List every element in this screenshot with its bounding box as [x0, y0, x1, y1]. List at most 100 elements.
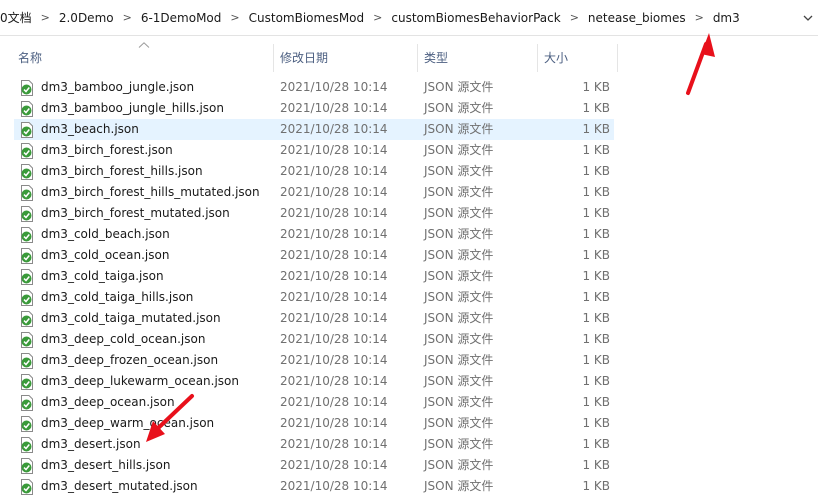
breadcrumb-separator[interactable]: > [119, 11, 136, 24]
file-date: 2021/10/28 10:14 [280, 437, 388, 451]
file-type: JSON 源文件 [424, 206, 494, 220]
file-name: dm3_deep_frozen_ocean.json [41, 353, 219, 367]
breadcrumb-item[interactable]: netease_biomes [583, 11, 691, 25]
file-type: JSON 源文件 [424, 143, 494, 157]
json-file-icon [20, 164, 34, 180]
file-row[interactable]: dm3_desert.json 2021/10/28 10:14 JSON 源文件 1… [14, 434, 614, 455]
file-row[interactable]: dm3_cold_ocean.json 2021/10/28 10:14 JSON … [14, 245, 614, 266]
file-size: 1 KB [582, 227, 610, 241]
file-name: dm3_birch_forest.json [41, 143, 173, 157]
file-row[interactable]: dm3_bamboo_jungle_hills.json 2021/10/28 1… [14, 98, 614, 119]
breadcrumb-separator[interactable]: > [226, 11, 243, 24]
file-row[interactable]: dm3_cold_taiga.json 2021/10/28 10:14 JSON … [14, 266, 614, 287]
file-name: dm3_cold_taiga.json [41, 269, 164, 283]
file-date: 2021/10/28 10:14 [280, 458, 388, 472]
file-type: JSON 源文件 [424, 248, 494, 262]
breadcrumb-item[interactable]: customBiomesBehaviorPack [386, 11, 565, 25]
json-file-icon [20, 458, 34, 474]
file-type: JSON 源文件 [424, 332, 494, 346]
json-file-icon [20, 416, 34, 432]
json-file-icon [20, 290, 34, 306]
file-size: 1 KB [582, 248, 610, 262]
file-type: JSON 源文件 [424, 101, 494, 115]
column-header-date[interactable]: 修改日期 [274, 44, 418, 72]
file-date: 2021/10/28 10:14 [280, 248, 388, 262]
file-row[interactable]: dm3_beach.json 2021/10/28 10:14 JSON 源文件 1 … [14, 119, 614, 140]
file-type: JSON 源文件 [424, 290, 494, 304]
file-row[interactable]: dm3_cold_beach.json 2021/10/28 10:14 JSON … [14, 224, 614, 245]
file-row[interactable]: dm3_bamboo_jungle.json 2021/10/28 10:14 JS… [14, 77, 614, 98]
file-type: JSON 源文件 [424, 479, 494, 493]
file-row[interactable]: dm3_desert_mutated.json 2021/10/28 10:14 J… [14, 476, 614, 497]
file-size: 1 KB [582, 311, 610, 325]
file-size: 1 KB [582, 269, 610, 283]
red-arrow-annotation [146, 394, 194, 442]
json-file-icon [20, 479, 34, 495]
file-type: JSON 源文件 [424, 185, 494, 199]
file-name: dm3_desert_mutated.json [41, 479, 198, 493]
breadcrumb-separator[interactable]: > [369, 11, 386, 24]
file-date: 2021/10/28 10:14 [280, 101, 388, 115]
file-name: dm3_desert_hills.json [41, 458, 171, 472]
json-file-icon [20, 248, 34, 264]
file-date: 2021/10/28 10:14 [280, 227, 388, 241]
file-row[interactable]: dm3_deep_warm_ocean.json 2021/10/28 10:14… [14, 413, 614, 434]
file-row[interactable]: dm3_birch_forest.json 2021/10/28 10:14 JSO… [14, 140, 614, 161]
file-date: 2021/10/28 10:14 [280, 374, 388, 388]
file-size: 1 KB [582, 416, 610, 430]
file-date: 2021/10/28 10:14 [280, 206, 388, 220]
file-size: 1 KB [582, 332, 610, 346]
file-name: dm3_birch_forest_mutated.json [41, 206, 230, 220]
column-header-type[interactable]: 类型 [418, 44, 538, 72]
file-row[interactable]: dm3_deep_frozen_ocean.json 2021/10/28 10:… [14, 350, 614, 371]
column-header-name[interactable]: 名称 [18, 44, 274, 72]
breadcrumb-item[interactable]: 6-1DemoMod [136, 11, 227, 25]
file-row[interactable]: dm3_birch_forest_hills_mutated.json 2021/… [14, 182, 614, 203]
file-row[interactable]: dm3_deep_cold_ocean.json 2021/10/28 10:14… [14, 329, 614, 350]
file-size: 1 KB [582, 374, 610, 388]
file-row[interactable]: dm3_deep_ocean.json 2021/10/28 10:14 JSON … [14, 392, 614, 413]
breadcrumb-separator[interactable]: > [691, 11, 708, 24]
file-row[interactable]: dm3_desert_hills.json 2021/10/28 10:14 JSO… [14, 455, 614, 476]
file-name: dm3_cold_taiga_mutated.json [41, 311, 221, 325]
file-date: 2021/10/28 10:14 [280, 80, 388, 94]
file-type: JSON 源文件 [424, 122, 494, 136]
file-name: dm3_bamboo_jungle_hills.json [41, 101, 224, 115]
file-row[interactable]: dm3_deep_lukewarm_ocean.json 2021/10/28 1… [14, 371, 614, 392]
column-header-size[interactable]: 大小 [538, 44, 618, 72]
file-size: 1 KB [582, 101, 610, 115]
file-row[interactable]: dm3_birch_forest_mutated.json 2021/10/28 … [14, 203, 614, 224]
file-type: JSON 源文件 [424, 458, 494, 472]
red-arrow-annotation [686, 33, 715, 95]
breadcrumb-item[interactable]: 0文档 [0, 9, 37, 26]
file-row[interactable]: dm3_cold_taiga_hills.json 2021/10/28 10:1… [14, 287, 614, 308]
json-file-icon [20, 353, 34, 369]
breadcrumb-item[interactable]: 2.0Demo [54, 11, 119, 25]
file-size: 1 KB [582, 122, 610, 136]
file-date: 2021/10/28 10:14 [280, 311, 388, 325]
file-row[interactable]: dm3_cold_taiga_mutated.json 2021/10/28 10… [14, 308, 614, 329]
json-file-icon [20, 311, 34, 327]
file-type: JSON 源文件 [424, 416, 494, 430]
breadcrumb-item[interactable]: dm3 [708, 11, 745, 25]
file-row[interactable]: dm3_birch_forest_hills.json 2021/10/28 10… [14, 161, 614, 182]
file-date: 2021/10/28 10:14 [280, 185, 388, 199]
breadcrumb-separator[interactable]: > [566, 11, 583, 24]
json-file-icon [20, 206, 34, 222]
file-size: 1 KB [582, 395, 610, 409]
json-file-icon [20, 437, 34, 453]
file-date: 2021/10/28 10:14 [280, 290, 388, 304]
chevron-down-icon[interactable] [802, 12, 814, 24]
file-type: JSON 源文件 [424, 395, 494, 409]
file-date: 2021/10/28 10:14 [280, 353, 388, 367]
file-name: dm3_deep_lukewarm_ocean.json [41, 374, 239, 388]
file-size: 1 KB [582, 80, 610, 94]
breadcrumb-item[interactable]: CustomBiomesMod [244, 11, 370, 25]
file-name: dm3_cold_taiga_hills.json [41, 290, 194, 304]
file-size: 1 KB [582, 458, 610, 472]
file-size: 1 KB [582, 143, 610, 157]
breadcrumb-separator[interactable]: > [37, 11, 54, 24]
file-name: dm3_bamboo_jungle.json [41, 80, 195, 94]
json-file-icon [20, 332, 34, 348]
file-date: 2021/10/28 10:14 [280, 416, 388, 430]
